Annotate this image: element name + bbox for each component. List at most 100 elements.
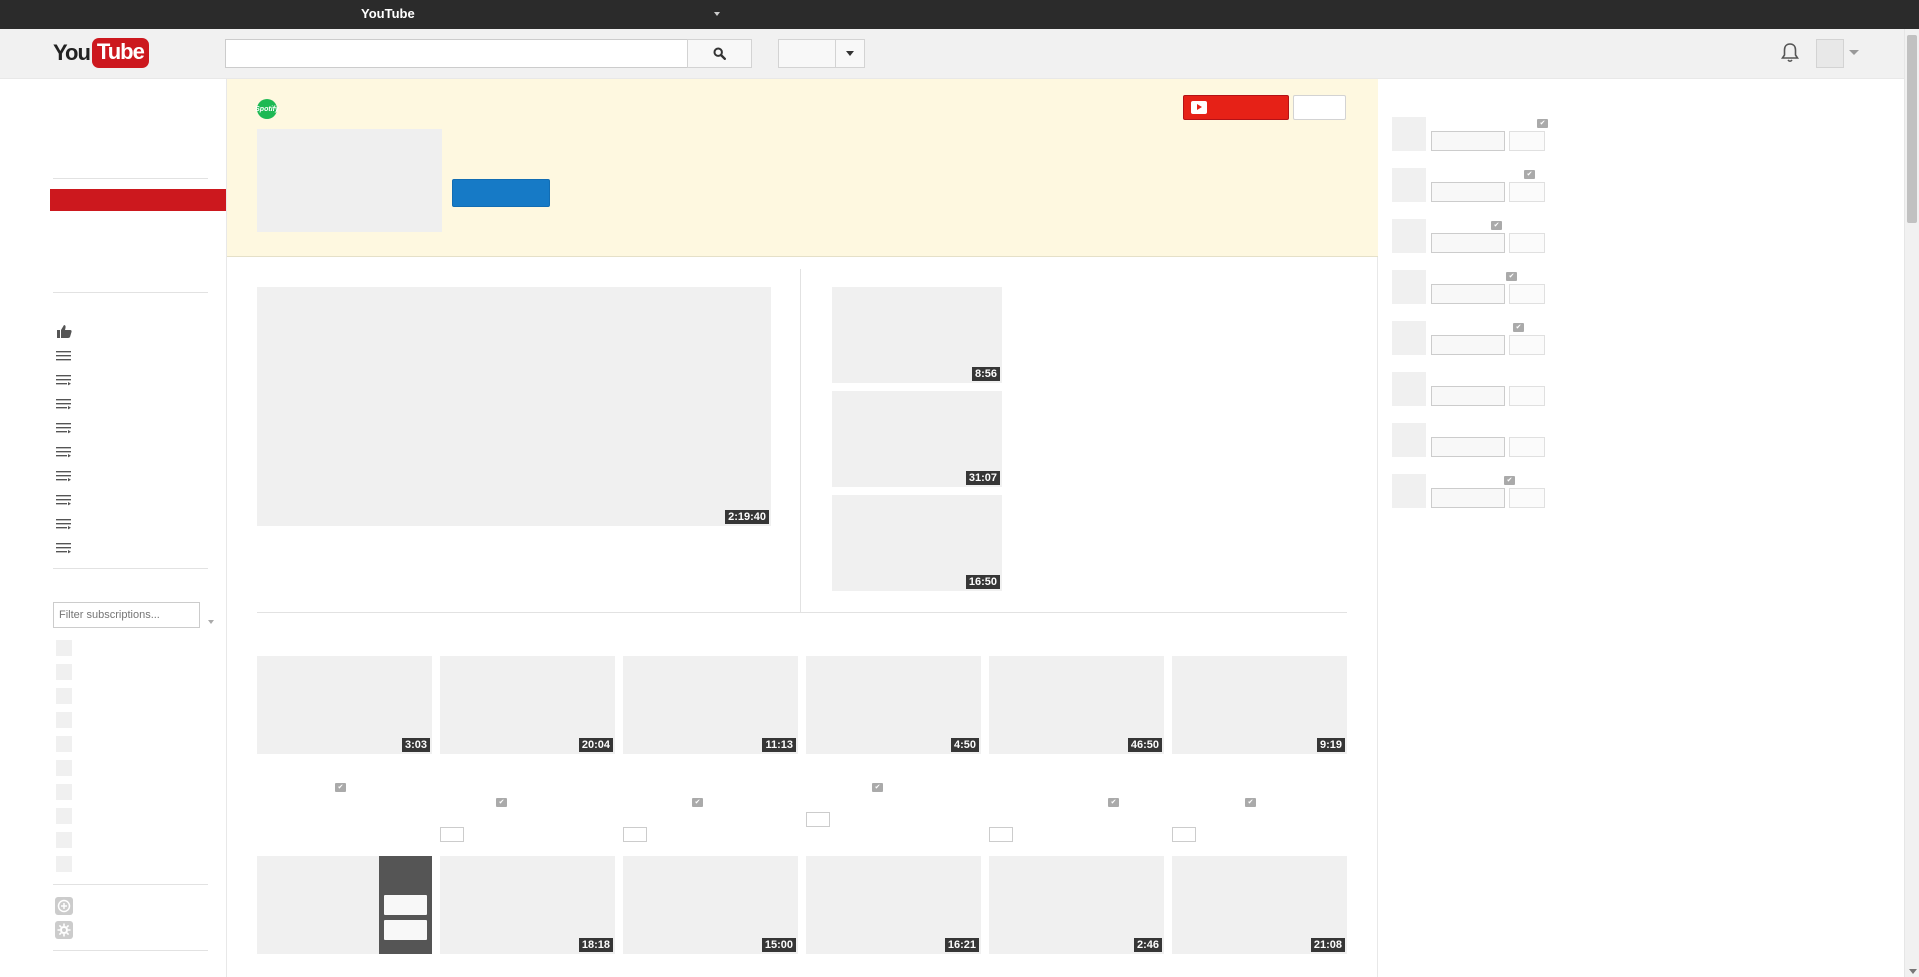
playlist-badge[interactable] — [623, 827, 647, 842]
subscription-thumbnail[interactable] — [56, 640, 72, 656]
video-thumbnail[interactable]: 9:19 — [1172, 656, 1347, 754]
video-thumbnail[interactable]: 46:50 — [989, 656, 1164, 754]
scroll-down-arrow-icon[interactable] — [1909, 969, 1917, 974]
playlist-icon[interactable] — [56, 397, 72, 411]
filter-subscriptions-input[interactable] — [53, 602, 200, 628]
video-thumbnail[interactable] — [257, 856, 432, 954]
playlist-badge[interactable] — [1172, 827, 1196, 842]
playlist-badge[interactable] — [440, 827, 464, 842]
overlay-button[interactable] — [384, 920, 427, 940]
video-duration: 31:07 — [965, 471, 1000, 485]
channel-avatar[interactable] — [1392, 168, 1426, 202]
chevron-down-icon[interactable] — [208, 620, 214, 624]
video-thumbnail[interactable]: 11:13 — [623, 656, 798, 754]
subscriber-count-button[interactable] — [1509, 386, 1545, 406]
youtube-logo[interactable]: You Tube — [53, 38, 149, 68]
video-duration: 18:18 — [578, 938, 613, 952]
subscribe-button[interactable] — [1431, 335, 1505, 355]
channel-avatar[interactable] — [1392, 270, 1426, 304]
side-video-thumbnail[interactable]: 31:07 — [832, 391, 1002, 487]
playlist-icon[interactable] — [56, 517, 72, 531]
channel-banner-thumbnail[interactable] — [257, 129, 442, 232]
subscription-thumbnail[interactable] — [56, 736, 72, 752]
subscriber-count-button[interactable] — [1509, 437, 1545, 457]
video-thumbnail[interactable]: 16:21 — [806, 856, 981, 954]
gear-icon[interactable] — [55, 921, 73, 939]
playlist-icon[interactable] — [56, 541, 72, 555]
video-thumbnail[interactable]: 3:03 — [257, 656, 432, 754]
subscription-thumbnail[interactable] — [56, 760, 72, 776]
channel-avatar[interactable] — [1392, 117, 1426, 151]
upload-menu-button[interactable] — [835, 39, 865, 68]
channel-avatar[interactable] — [1392, 423, 1426, 457]
sidebar-item-active[interactable] — [50, 189, 226, 211]
overlay-button[interactable] — [384, 895, 427, 915]
youtube-play-icon — [1191, 101, 1207, 114]
video-thumbnail[interactable]: 21:08 — [1172, 856, 1347, 954]
subscriber-count-button[interactable] — [1509, 284, 1545, 304]
subscribe-button[interactable] — [1431, 182, 1505, 202]
subscriber-count-button[interactable] — [1509, 233, 1545, 253]
subscribe-button[interactable] — [1431, 131, 1505, 151]
thumbs-up-icon[interactable] — [56, 324, 72, 338]
playlist-icon[interactable] — [56, 445, 72, 459]
playlist-icon[interactable] — [56, 421, 72, 435]
spotify-logo[interactable]: Spotify — [255, 99, 279, 119]
chevron-down-icon[interactable] — [1849, 50, 1859, 55]
search-button[interactable] — [687, 39, 752, 68]
video-duration: 16:21 — [944, 938, 979, 952]
channel-avatar[interactable] — [1392, 474, 1426, 508]
upload-button[interactable] — [778, 39, 836, 68]
side-video-thumbnail[interactable]: 8:56 — [832, 287, 1002, 383]
video-thumbnail[interactable]: 4:50 — [806, 656, 981, 754]
subscriber-count-button[interactable] — [1509, 488, 1545, 508]
horizontal-divider — [257, 612, 1347, 613]
scrollbar-thumb[interactable] — [1907, 35, 1917, 223]
subscribe-button[interactable] — [1431, 437, 1505, 457]
subscriber-count-button[interactable] — [1509, 182, 1545, 202]
search-input[interactable] — [225, 39, 688, 68]
subscription-thumbnail[interactable] — [56, 856, 72, 872]
add-circle-icon[interactable] — [55, 897, 73, 915]
playlist-badge[interactable] — [989, 827, 1013, 842]
notifications-bell-icon[interactable] — [1780, 42, 1800, 64]
playlist-icon[interactable] — [56, 349, 72, 363]
subscribe-button[interactable] — [1431, 386, 1505, 406]
subscriber-count-button[interactable] — [1293, 95, 1346, 120]
subscriber-count-button[interactable] — [1509, 335, 1545, 355]
primary-action-button[interactable] — [452, 179, 550, 207]
account-avatar[interactable] — [1816, 39, 1844, 68]
playlist-icon[interactable] — [56, 493, 72, 507]
channel-avatar[interactable] — [1392, 372, 1426, 406]
subscription-thumbnail[interactable] — [56, 712, 72, 728]
subscribe-button[interactable] — [1183, 95, 1289, 120]
vertical-divider — [800, 269, 801, 612]
sidebar-divider — [53, 884, 208, 885]
video-thumbnail[interactable]: 2:46 — [989, 856, 1164, 954]
subscription-thumbnail[interactable] — [56, 664, 72, 680]
subscription-thumbnail[interactable] — [56, 688, 72, 704]
chevron-down-icon[interactable] — [714, 12, 720, 16]
side-video-thumbnail[interactable]: 16:50 — [832, 495, 1002, 591]
playlist-icon[interactable] — [56, 469, 72, 483]
page-scrollbar[interactable] — [1904, 29, 1919, 977]
video-thumbnail[interactable]: 18:18 — [440, 856, 615, 954]
verified-check-icon: ✔ — [692, 798, 703, 807]
video-thumbnail[interactable]: 20:04 — [440, 656, 615, 754]
subscription-thumbnail[interactable] — [56, 784, 72, 800]
logo-you-text: You — [53, 40, 91, 65]
video-thumbnail[interactable]: 15:00 — [623, 856, 798, 954]
channel-avatar[interactable] — [1392, 219, 1426, 253]
subscribe-button[interactable] — [1431, 284, 1505, 304]
subscriber-count-button[interactable] — [1509, 131, 1545, 151]
subscription-thumbnail[interactable] — [56, 808, 72, 824]
subscribe-button[interactable] — [1431, 488, 1505, 508]
verified-check-icon: ✔ — [1491, 221, 1502, 230]
subscription-thumbnail[interactable] — [56, 832, 72, 848]
channel-avatar[interactable] — [1392, 321, 1426, 355]
video-duration: 21:08 — [1310, 938, 1345, 952]
playlist-badge[interactable] — [806, 812, 830, 827]
subscribe-button[interactable] — [1431, 233, 1505, 253]
playlist-icon[interactable] — [56, 373, 72, 387]
featured-video-thumbnail[interactable]: 2:19:40 — [257, 287, 771, 526]
